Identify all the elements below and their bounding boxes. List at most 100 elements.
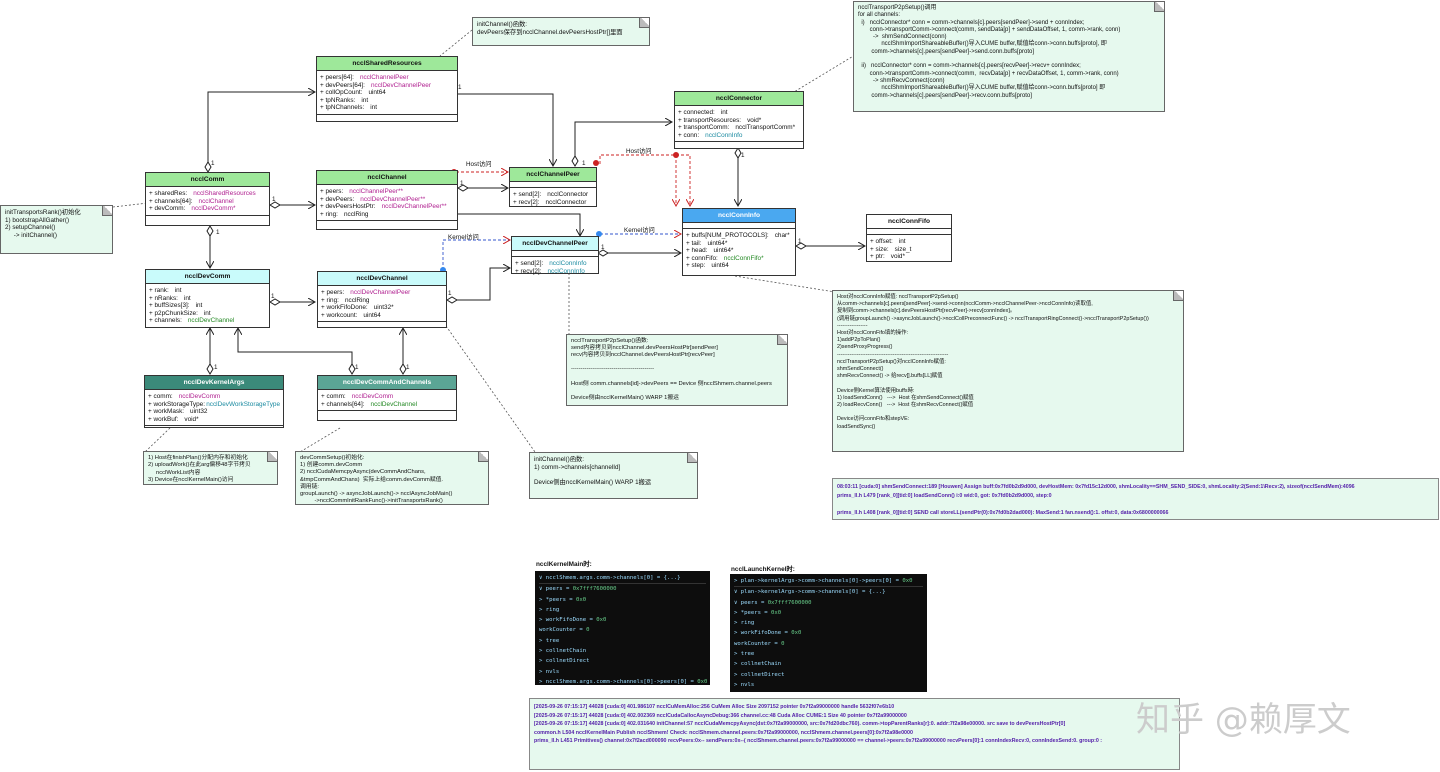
field-name: + buffSizes[3]: [149,302,190,310]
field-name: + peers: [320,188,344,195]
note-link-p2psetup-top [793,54,856,93]
field-name: + connected: [678,109,715,116]
class-field: + transportResources: void* [678,117,800,125]
debug-row[interactable]: ∨ peers = 0x7fff7600000 [734,598,923,608]
field-type: uint64 [363,311,381,319]
field-list: + comm: ncclDevComm + channels[64]: ncclDev… [318,390,456,412]
field-name: + channels[64]: [321,400,365,408]
class-field: + rank: int [149,287,266,295]
note-link-initchannel-top [439,29,473,57]
debug-panel-launchkernel: > plan->kernelArgs->comm->channels[0]->p… [730,574,927,692]
field-list: + rank: int + nRanks: int + buffSizes[3]: int… [146,284,269,328]
field-name: + connFifo: [686,254,718,262]
debug-row[interactable]: > tree [734,649,923,659]
note-link-hostfinishplan [144,427,171,453]
field-type: ncclDevComm [351,393,394,400]
class-field: + offset: int [870,238,948,246]
field-type: size_t [894,245,912,253]
debug-row[interactable]: > nvls [539,667,706,677]
class-nccldevcomm: ncclDevComm + rank: int + nRanks: int + buff… [145,269,270,328]
field-type: ncclChannel [198,197,234,205]
field-name: + channels: [149,317,182,325]
debug-row[interactable]: > collnetDirect [539,656,706,666]
class-ncclcomm: ncclComm + sharedRes: ncclSharedResources… [145,172,270,226]
debug-row[interactable]: ∨ plan->kernelArgs->comm->channels[0] = … [734,587,923,597]
note-initchannel-top: initChannel()函数: devPeers保存到ncclChannel.… [472,17,650,46]
class-ncclconnfifo: ncclConnFifo + offset: int + size: size_t + … [866,214,952,262]
debug-key: > tree [539,637,560,644]
field-name: + buffs[NUM_PROTOCOLS]: [686,232,769,239]
debug-row[interactable]: > ring [734,618,923,628]
debug-value: 0 [781,640,785,647]
field-name: + conn: [678,131,700,139]
multiplicity: 1 [271,293,275,300]
field-type: void* [747,116,762,124]
field-type: int [361,96,369,104]
class-field: + ring: ncclRing [321,297,443,305]
debug-row[interactable]: > collnetChain [539,646,706,656]
debug-row[interactable]: > nvls [734,680,923,690]
field-type: ncclRing [343,210,369,218]
field-type: uint64 [711,262,729,270]
class-field: + peers: ncclDevChannelPeer [321,289,443,297]
debug-key: workCounter = [734,640,782,647]
field-list: + peers[64]: ncclChannelPeer + devPeers[64… [317,71,457,115]
debug-row[interactable]: > *peers = 0x0 [734,608,923,618]
note-devcommsetup: devCommSetup()初始化: 1) 创建comm.devComm 2) … [295,451,489,505]
debug-row[interactable]: > *peers = 0x0 [539,595,706,605]
field-name: + ptr: [870,253,885,261]
debug-row[interactable]: > collnetDirect [734,670,923,680]
class-ncclconnector: ncclConnector + connected: int + transport… [674,91,804,149]
field-type: ncclDevChannelPeer [350,289,411,296]
class-field: + sharedRes: ncclSharedResources [149,190,266,198]
class-ncclchannel: ncclChannel + peers: ncclChannelPeer** + d… [316,170,458,230]
note-initchannel-bottom: initChannel()函数: 1) comm->channels[chann… [529,452,698,499]
class-nccldevkernelargs: ncclDevKernelArgs + comm: ncclDevComm + wo… [144,375,284,428]
field-type: ncclConnInfo [705,131,743,139]
field-type: ncclConnInfo [549,260,587,267]
field-name: + head: [686,247,708,255]
debug-row[interactable]: > tree [539,636,706,646]
debug-panel-kernelmain: ∨ ncclShmem.args.comm->channels[0] = {..… [535,571,710,685]
class-field: + workBuf: void* [148,416,280,424]
field-name: + devComm: [149,205,186,213]
debug-row[interactable]: > collnetChain [734,659,923,669]
field-type: int [720,109,728,116]
debug-key: > ncclShmem.args.comm->channels[0]->peer… [539,678,698,685]
label-host-access-2: Host访问 [626,148,652,155]
debug-row[interactable]: > ring [539,605,706,615]
debug-row[interactable]: ∨ ncclShmem.args.comm->channels[0] = {..… [539,573,706,585]
class-field: + send[2]: ncclConnInfo [515,260,595,268]
debug-row[interactable]: > ncclShmem.args.comm->channels[0]->peer… [539,677,707,685]
class-field: + recv[2]: ncclConnInfo [515,268,595,276]
class-field: + peers: ncclChannelPeer** [320,188,454,196]
class-field: + connected: int [678,109,800,117]
field-name: + tpNRanks: [320,96,356,104]
field-type: ncclChannelPeer [359,74,409,81]
debug-row[interactable]: > plan->kernelArgs->comm->channels[0]->p… [734,576,923,588]
field-name: + ring: [321,296,339,304]
field-name: + workStorageType: [148,400,206,408]
debug-row[interactable]: ∨ peers = 0x7fff7600000 [539,584,706,594]
field-list: + peers: ncclDevChannelPeer + ring: ncclRin… [318,286,446,323]
field-name: + nRanks: [149,294,178,302]
class-field: + connFifo: ncclConnFifo* [686,255,792,263]
class-title: ncclDevComm [146,270,269,284]
field-name: + ring: [320,210,338,218]
note-link-devcommsetup [299,427,341,453]
note-conninfo-side: Host对ncclConnInfo赋值: ncclTransportP2pSet… [832,290,1184,452]
log-shm-connect: 08:03:11 [cuda:0] shmSendConnect:189 [Ho… [832,478,1439,520]
class-field: + buffSizes[3]: int [149,302,266,310]
debug-key: ∨ peers = [734,599,768,606]
debug-value: 0x0 [596,617,607,624]
debug-row[interactable]: workCounter = 0 [734,639,923,649]
debug-value: 0x0 [576,596,587,603]
debug-row[interactable]: > workFifoDone = 0x0 [734,628,923,638]
multiplicity: 1 [211,160,215,167]
debug-row[interactable]: workCounter = 0 [539,625,706,635]
field-type: ncclDevWorkStorageType [206,400,280,408]
class-title: ncclConnFifo [867,215,951,229]
debug-row[interactable]: > workFifoDone = 0x0 [539,615,706,625]
field-type: int [898,238,906,245]
field-list: + connected: int + transportResources: void… [675,106,803,143]
